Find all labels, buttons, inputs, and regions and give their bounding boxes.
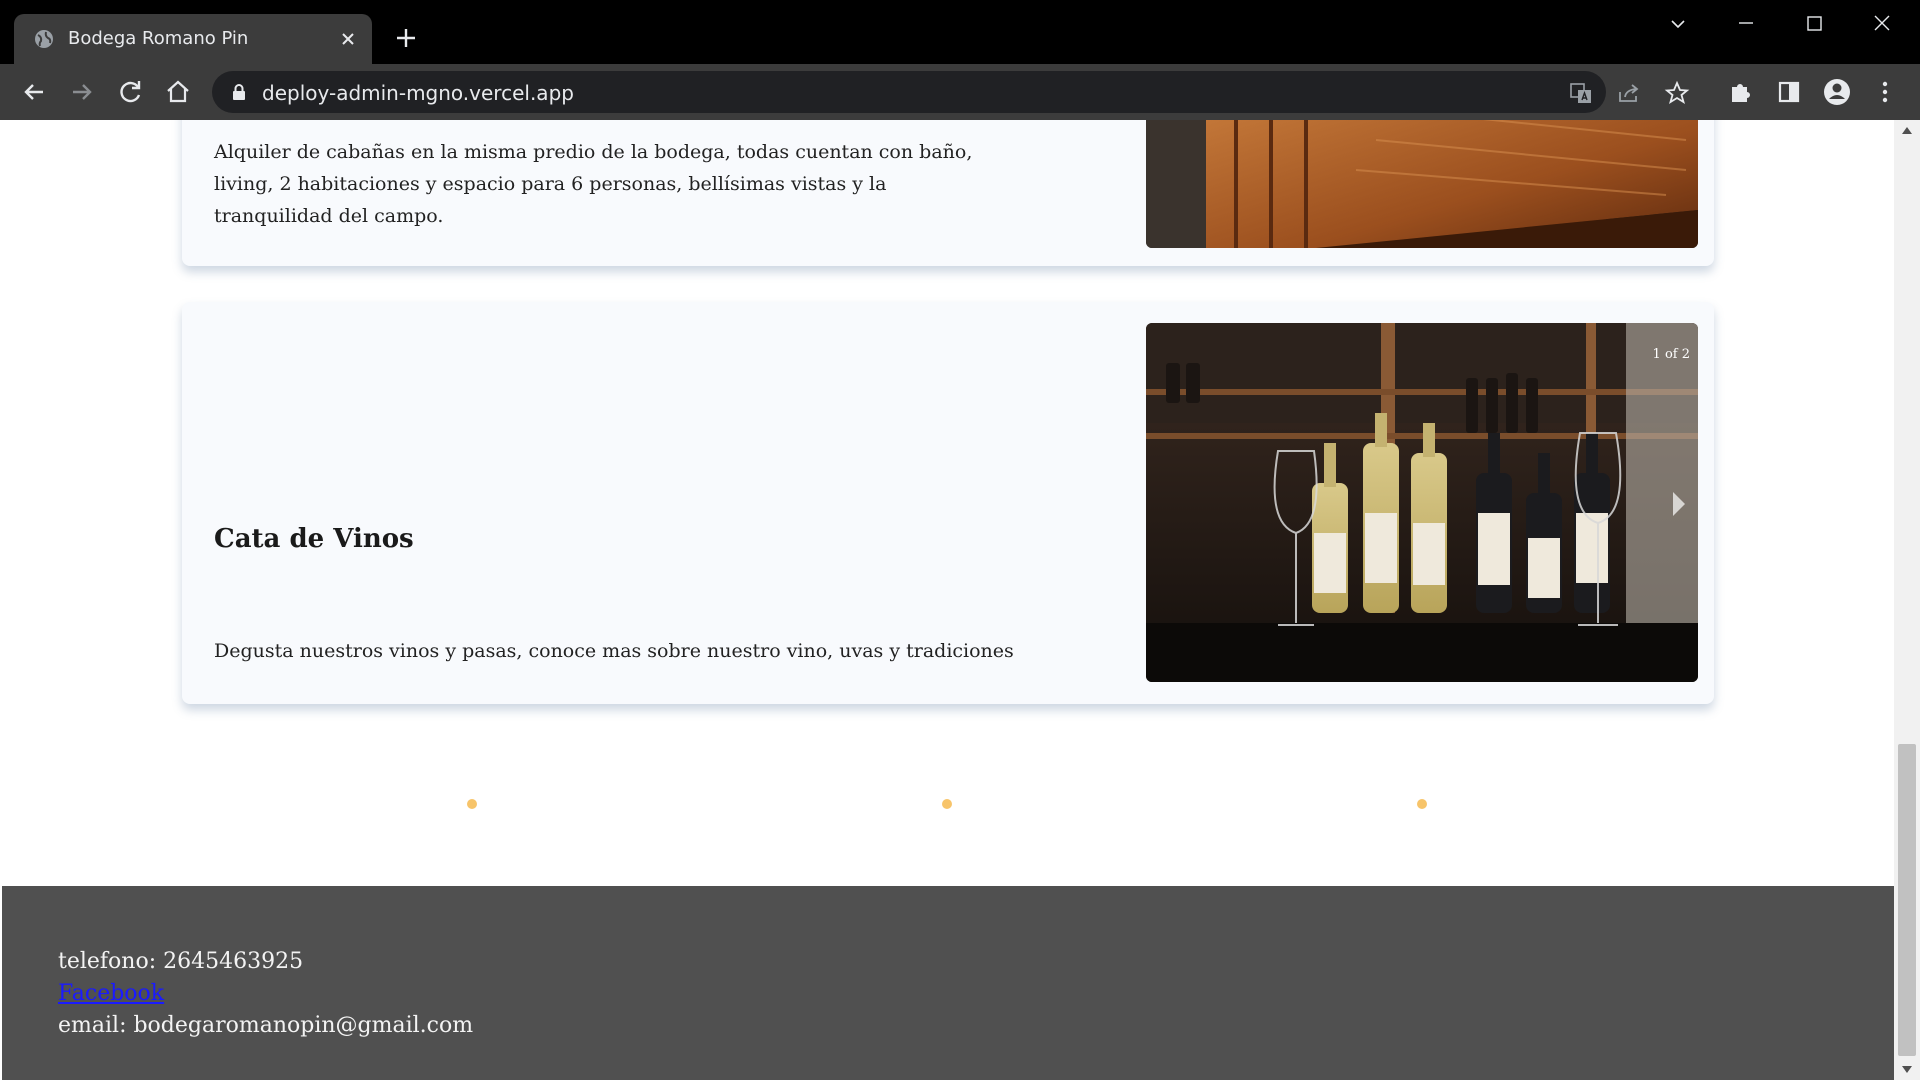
close-window-icon[interactable] xyxy=(1854,8,1910,40)
scrollbar-thumb[interactable] xyxy=(1898,744,1916,1056)
tab-search-icon[interactable] xyxy=(1650,8,1706,40)
close-tab-icon[interactable] xyxy=(336,27,360,51)
decorative-dot xyxy=(1417,799,1427,809)
globe-icon xyxy=(35,30,53,48)
footer-email: email: bodegaromanopin@gmail.com xyxy=(58,1013,474,1038)
card-description: Degusta nuestros vinos y pasas, conoce m… xyxy=(214,640,1014,662)
share-icon[interactable] xyxy=(1616,80,1642,106)
lock-icon[interactable] xyxy=(230,83,248,101)
card-description: Alquiler de cabañas en la misma predio d… xyxy=(214,141,973,227)
reload-icon[interactable] xyxy=(114,76,146,108)
side-panel-icon[interactable] xyxy=(1774,77,1804,107)
minimize-icon[interactable] xyxy=(1718,8,1774,40)
address-bar[interactable]: deploy-admin-mgno.vercel.app xyxy=(212,71,1690,113)
scroll-up-arrow-icon[interactable] xyxy=(1902,126,1912,134)
carousel-next-icon[interactable] xyxy=(1670,489,1688,519)
bookmark-star-icon[interactable] xyxy=(1664,80,1690,106)
extensions-puzzle-icon[interactable] xyxy=(1726,77,1756,107)
page-scrollbar[interactable] xyxy=(1894,120,1920,1080)
cabin-furniture-image xyxy=(1146,120,1698,248)
wine-carousel[interactable]: 1 of 2 xyxy=(1146,323,1698,682)
footer-phone: telefono: 2645463925 xyxy=(58,949,304,974)
browser-toolbar: deploy-admin-mgno.vercel.app xyxy=(0,64,1920,120)
kebab-menu-icon[interactable] xyxy=(1870,77,1900,107)
browser-titlebar: Bodega Romano Pin xyxy=(0,0,1920,64)
decorative-dot xyxy=(942,799,952,809)
page-footer: telefono: 2645463925 Facebook email: bod… xyxy=(2,886,1894,1080)
carousel-counter: 1 of 2 xyxy=(1652,347,1690,362)
url-text[interactable]: deploy-admin-mgno.vercel.app xyxy=(262,81,574,105)
scroll-down-arrow-icon[interactable] xyxy=(1902,1066,1912,1074)
profile-avatar-icon[interactable] xyxy=(1822,77,1852,107)
forward-arrow-icon[interactable] xyxy=(66,76,98,108)
contact-info: telefono: 2645463925 Facebook email: bod… xyxy=(58,946,473,1042)
service-card-cabins: Alquiler de cabañas en la misma predio d… xyxy=(182,120,1714,266)
service-card-wine-tasting: Cata de Vinos Degusta nuestros vinos y p… xyxy=(182,302,1714,704)
tab-title: Bodega Romano Pin xyxy=(68,28,249,49)
card-title: Cata de Vinos xyxy=(214,524,414,554)
browser-tab[interactable]: Bodega Romano Pin xyxy=(14,14,372,64)
back-arrow-icon[interactable] xyxy=(18,76,50,108)
translate-icon[interactable] xyxy=(1568,80,1594,106)
page-viewport: Alquiler de cabañas en la misma predio d… xyxy=(2,120,1894,1080)
home-icon[interactable] xyxy=(162,76,194,108)
new-tab-icon[interactable] xyxy=(392,24,420,52)
facebook-link[interactable]: Facebook xyxy=(58,981,164,1006)
decorative-dot xyxy=(467,799,477,809)
maximize-icon[interactable] xyxy=(1786,8,1842,40)
